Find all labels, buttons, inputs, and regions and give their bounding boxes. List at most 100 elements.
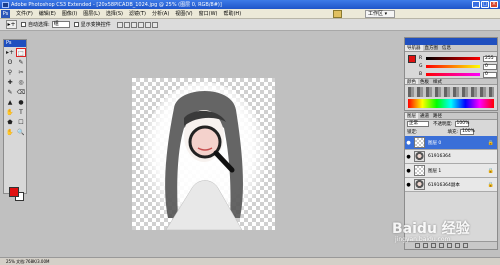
path-select-tool-icon[interactable]: ⬟ bbox=[5, 118, 15, 127]
slider-row-r: R 255 bbox=[417, 55, 497, 62]
show-transform-checkbox[interactable] bbox=[73, 22, 79, 27]
menu-filter[interactable]: 滤镜(T) bbox=[126, 10, 149, 17]
color-panel-titlebar[interactable] bbox=[405, 38, 497, 45]
tab-histogram[interactable]: 直方图 bbox=[423, 45, 441, 51]
opacity-field[interactable]: 100% bbox=[454, 121, 469, 127]
align-bottom-icon[interactable] bbox=[130, 21, 137, 28]
lock-icon: 🔒 bbox=[487, 181, 494, 188]
slice-tool-icon[interactable]: ✂ bbox=[16, 68, 26, 77]
eye-icon[interactable]: ● bbox=[405, 154, 412, 160]
workspace-dropdown[interactable]: 工作区 ▾ bbox=[365, 10, 395, 18]
menu-analysis[interactable]: 分析(A) bbox=[149, 10, 172, 17]
layer-thumbnail bbox=[414, 151, 425, 162]
menu-window[interactable]: 窗口(W) bbox=[196, 10, 221, 17]
layer-row[interactable]: ● 图层 1 🔒 bbox=[405, 164, 497, 178]
maximize-button[interactable]: □ bbox=[481, 1, 489, 8]
layer-style-icon[interactable] bbox=[423, 243, 428, 248]
new-layer-icon[interactable] bbox=[455, 243, 460, 248]
zoom-tool-icon[interactable]: 🔍 bbox=[16, 128, 26, 137]
bridge-icon[interactable] bbox=[333, 10, 342, 18]
channel-label: B bbox=[419, 72, 423, 77]
tab-info[interactable]: 信息 bbox=[440, 45, 453, 51]
menu-edit[interactable]: 编辑(E) bbox=[36, 10, 59, 17]
lasso-tool-icon[interactable]: ʘ bbox=[5, 58, 15, 67]
eye-icon[interactable]: ● bbox=[405, 182, 412, 188]
b-value-field[interactable]: 0 bbox=[483, 71, 497, 78]
blend-mode-dropdown[interactable]: 正常 bbox=[407, 121, 429, 127]
close-button[interactable]: × bbox=[490, 1, 498, 8]
move-tool-icon[interactable]: ▸+ bbox=[5, 48, 15, 57]
menu-image[interactable]: 图像(I) bbox=[59, 10, 80, 17]
options-bar: ▸+ 自动选择: 组 显示变换控件 bbox=[0, 19, 500, 31]
navigator-tabs: 导航器 直方图 信息 bbox=[405, 45, 497, 52]
layer-row[interactable]: ● 61916364副本 🔒 bbox=[405, 178, 497, 192]
menu-file[interactable]: 文件(F) bbox=[13, 10, 36, 17]
menu-view[interactable]: 视图(V) bbox=[172, 10, 195, 17]
adjustment-layer-icon[interactable] bbox=[439, 243, 444, 248]
crop-tool-icon[interactable]: ⚲ bbox=[5, 68, 15, 77]
layer-mask-icon[interactable] bbox=[431, 243, 436, 248]
layers-tabs: 图层 通道 路径 bbox=[405, 113, 497, 120]
align-right-icon[interactable] bbox=[151, 21, 158, 28]
align-left-icon[interactable] bbox=[137, 21, 144, 28]
layer-row[interactable]: ● 图层 0 🔒 bbox=[405, 136, 497, 150]
swatch-grid[interactable] bbox=[408, 87, 494, 97]
toolbox-header[interactable]: Ps bbox=[4, 40, 26, 47]
dodge-tool-icon[interactable]: ● bbox=[16, 98, 26, 107]
tab-navigator[interactable]: 导航器 bbox=[405, 45, 423, 51]
layer-row[interactable]: ● 61916364 bbox=[405, 150, 497, 164]
healing-brush-tool-icon[interactable]: ✚ bbox=[5, 78, 15, 87]
r-value-field[interactable]: 255 bbox=[483, 55, 497, 62]
align-middle-icon[interactable] bbox=[123, 21, 130, 28]
tab-styles[interactable]: 样式 bbox=[431, 79, 444, 85]
tab-layers[interactable]: 图层 bbox=[405, 113, 418, 119]
pen-tool-icon[interactable]: ✋ bbox=[5, 108, 15, 117]
gradient-tool-icon[interactable]: ▲ bbox=[5, 98, 15, 107]
type-tool-icon[interactable]: T bbox=[16, 108, 26, 117]
r-slider[interactable] bbox=[426, 57, 480, 60]
color-panel: 导航器 直方图 信息 R 255 G 0 B 0 颜色 色板 样式 bbox=[404, 37, 498, 111]
menu-select[interactable]: 选择(S) bbox=[103, 10, 126, 17]
move-tool-preset[interactable]: ▸+ bbox=[6, 20, 17, 29]
menu-layer[interactable]: 图层(L) bbox=[80, 10, 103, 17]
fill-field[interactable]: 100% bbox=[460, 129, 475, 135]
eraser-tool-icon[interactable]: ⌫ bbox=[16, 88, 26, 97]
eye-icon[interactable]: ● bbox=[405, 140, 412, 146]
auto-select-dropdown[interactable]: 组 bbox=[51, 21, 70, 28]
align-center-icon[interactable] bbox=[144, 21, 151, 28]
delete-layer-icon[interactable] bbox=[463, 243, 468, 248]
g-slider[interactable] bbox=[426, 65, 480, 68]
link-layers-icon[interactable] bbox=[415, 243, 420, 248]
slider-row-b: B 0 bbox=[417, 71, 497, 78]
menu-bar: Ps 文件(F) 编辑(E) 图像(I) 图层(L) 选择(S) 滤镜(T) 分… bbox=[0, 9, 500, 19]
b-slider[interactable] bbox=[426, 73, 480, 76]
layer-name: 图层 1 bbox=[428, 168, 442, 174]
menu-help[interactable]: 帮助(H) bbox=[220, 10, 244, 17]
marquee-tool-icon[interactable]: ⬚ bbox=[16, 48, 26, 57]
tab-paths[interactable]: 路径 bbox=[431, 113, 444, 119]
g-value-field[interactable]: 0 bbox=[483, 63, 497, 70]
window-controls: _ □ × bbox=[472, 1, 498, 8]
tab-channels[interactable]: 通道 bbox=[418, 113, 431, 119]
channel-label: G bbox=[419, 64, 423, 69]
document-canvas[interactable] bbox=[132, 78, 275, 230]
align-top-icon[interactable] bbox=[116, 21, 123, 28]
baidu-watermark: Baidu 经验 bbox=[392, 221, 470, 237]
brush-tool-icon[interactable]: ◎ bbox=[16, 78, 26, 87]
show-transform-label: 显示变换控件 bbox=[80, 22, 111, 28]
tab-color[interactable]: 颜色 bbox=[405, 79, 418, 85]
shape-tool-icon[interactable]: ☐ bbox=[16, 118, 26, 127]
color-spectrum-ramp[interactable] bbox=[408, 99, 494, 108]
color-panel-fg-swatch[interactable] bbox=[408, 55, 416, 63]
new-group-icon[interactable] bbox=[447, 243, 452, 248]
clone-stamp-tool-icon[interactable]: ✎ bbox=[5, 88, 15, 97]
eye-icon[interactable]: ● bbox=[405, 168, 412, 174]
auto-select-checkbox[interactable] bbox=[21, 22, 26, 27]
layer-name: 61916364 bbox=[428, 154, 451, 159]
hand-tool-icon[interactable]: ✋ bbox=[5, 128, 15, 137]
minimize-button[interactable]: _ bbox=[472, 1, 480, 8]
channel-label: R bbox=[419, 56, 423, 61]
foreground-color-swatch[interactable] bbox=[9, 187, 19, 197]
magic-wand-tool-icon[interactable]: ✎ bbox=[16, 58, 26, 67]
tab-swatches[interactable]: 色板 bbox=[418, 79, 431, 85]
